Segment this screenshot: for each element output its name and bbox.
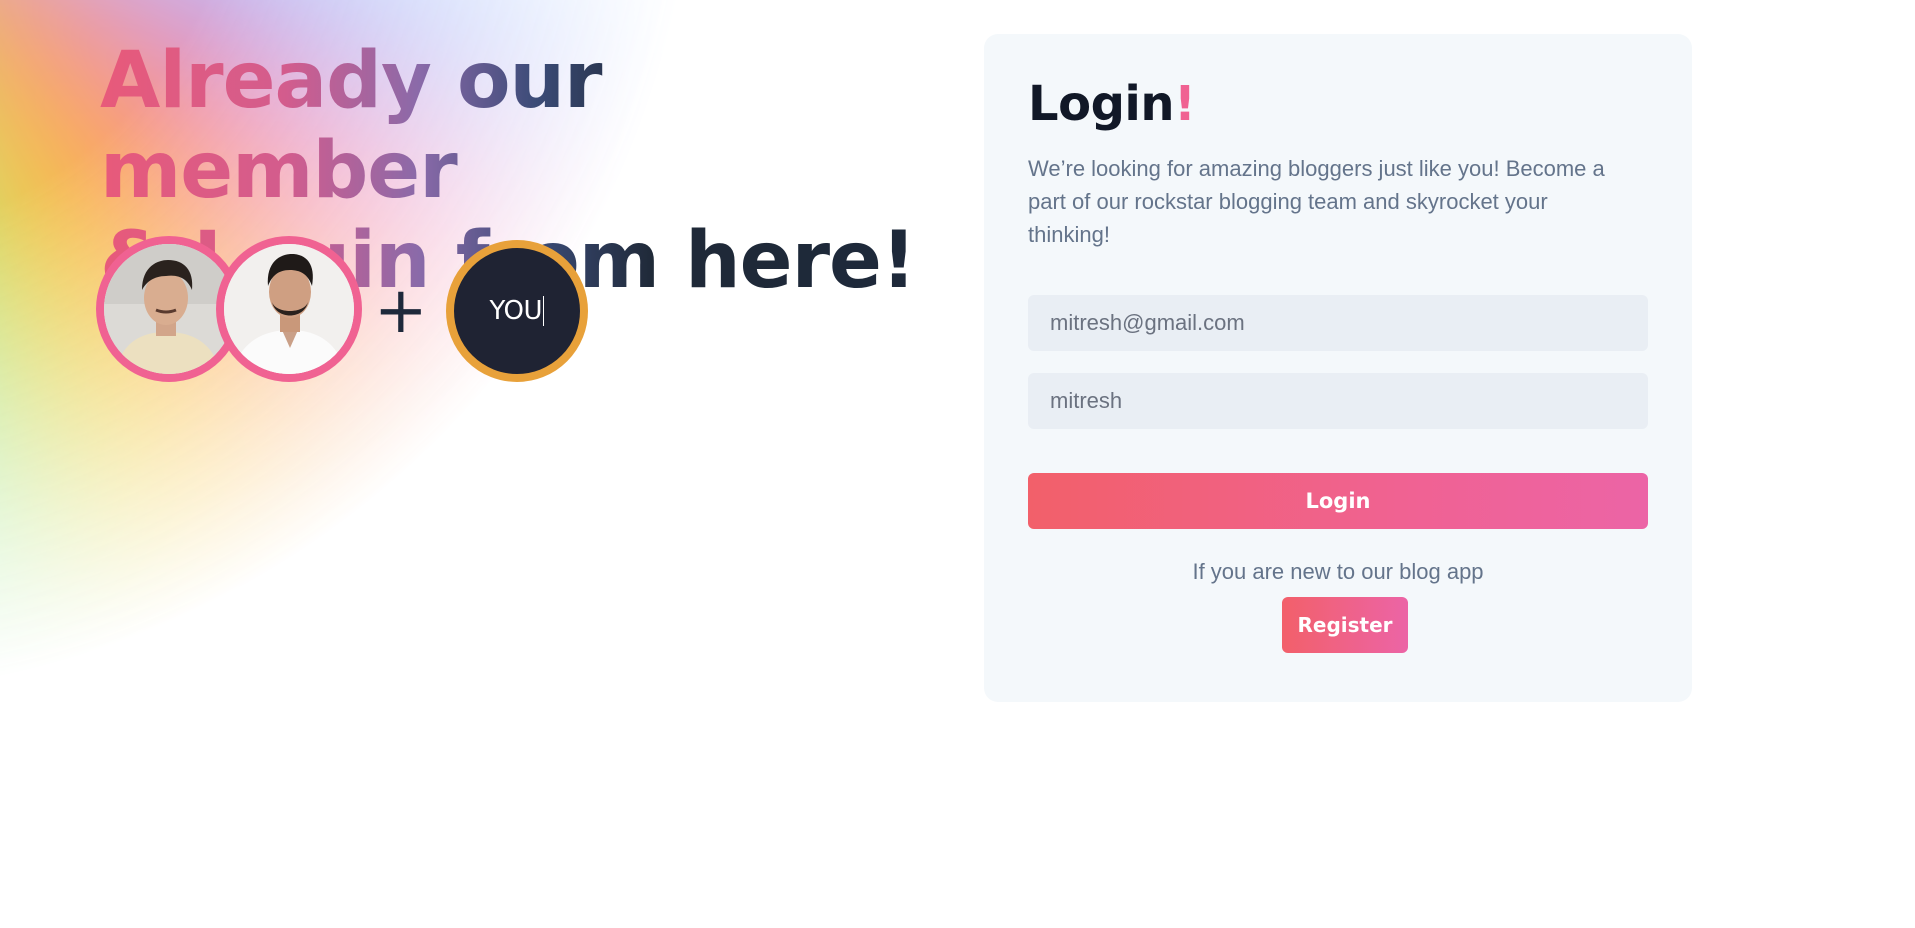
login-title-text: Login	[1028, 76, 1175, 132]
email-field[interactable]	[1028, 295, 1648, 351]
you-label: YOU	[489, 296, 543, 326]
login-description: We’re looking for amazing bloggers just …	[1028, 156, 1605, 247]
login-title-accent: !	[1174, 76, 1196, 132]
text-cursor-icon	[542, 296, 545, 326]
hero-heading-line-1: Already our member	[100, 36, 602, 216]
login-page: Already our member & Login from here!	[0, 0, 1915, 928]
register-button[interactable]: Register	[1282, 597, 1408, 653]
plus-icon: +	[374, 274, 428, 348]
login-card: Login! We’re looking for amazing blogger…	[984, 34, 1692, 702]
person-photo-icon	[104, 244, 234, 374]
you-badge: YOU	[446, 240, 588, 382]
new-user-text: If you are new to our blog app	[1192, 559, 1484, 584]
login-button[interactable]: Login	[1028, 473, 1648, 529]
member-avatar-2	[216, 236, 362, 382]
password-field[interactable]	[1028, 373, 1648, 429]
member-avatars: + YOU	[96, 236, 596, 384]
person-photo-icon	[224, 244, 354, 374]
login-title: Login!	[1028, 74, 1648, 134]
